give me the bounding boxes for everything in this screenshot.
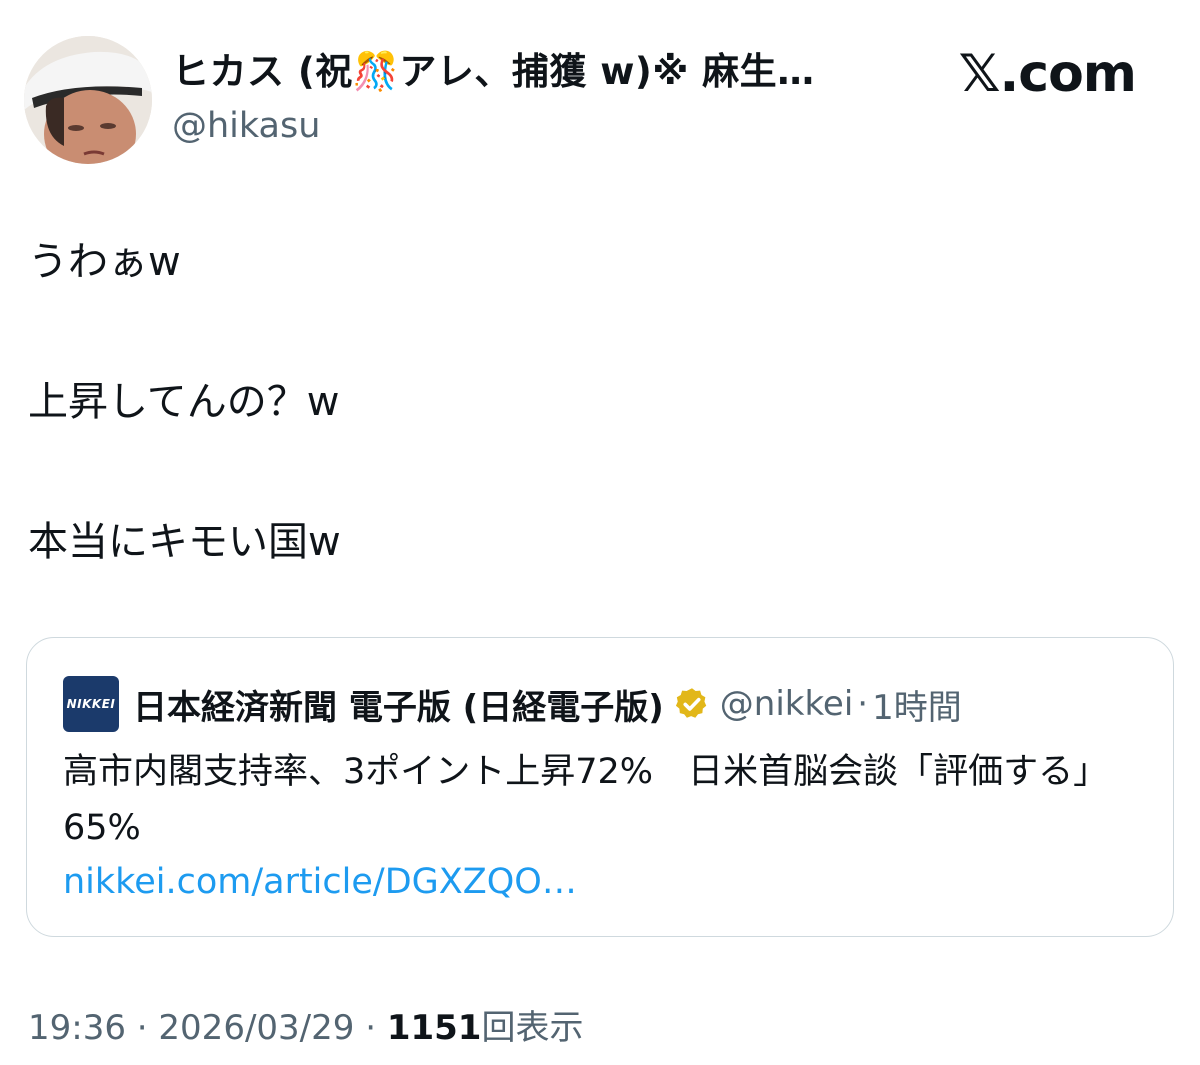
view-count: 1151 <box>386 1008 482 1048</box>
author-handle[interactable]: @hikasu <box>172 104 815 148</box>
x-com-brand: 𝕏.com <box>958 44 1137 104</box>
nikkei-logo[interactable]: NIKKEI <box>63 676 119 732</box>
tweet-screenshot: ヒカス (祝🎊アレ、捕獲 w)※ 麻生… @hikasu 𝕏.com うわぁw … <box>0 0 1200 1065</box>
tweet-text-line-1: うわぁw <box>28 239 181 285</box>
meta-separator: · <box>365 1008 377 1048</box>
quoted-tweet-header: NIKKEI 日本経済新聞 電子版 (日経電子版) @nikkei · 1時間 <box>63 676 962 732</box>
tweet-meta: 19:36 · 2026/03/29 · 1151回表示 <box>28 1004 583 1052</box>
author-block: ヒカス (祝🎊アレ、捕獲 w)※ 麻生… @hikasu <box>172 48 815 148</box>
avatar[interactable] <box>24 36 152 164</box>
author-display-name[interactable]: ヒカス (祝🎊アレ、捕獲 w)※ 麻生… <box>172 48 815 96</box>
quoted-tweet-card[interactable]: NIKKEI 日本経済新聞 電子版 (日経電子版) @nikkei · 1時間 … <box>26 637 1174 937</box>
tweet-text-line-2: 上昇してんの？w <box>28 379 340 425</box>
verified-badge-icon <box>674 686 710 722</box>
view-count-label: 回表示 <box>481 1008 584 1048</box>
quoted-timestamp[interactable]: 1時間 <box>872 680 962 729</box>
quoted-separator: · <box>857 684 869 724</box>
avatar-image <box>24 36 152 164</box>
quoted-author-name[interactable]: 日本経済新聞 電子版 (日経電子版) <box>133 680 664 729</box>
quoted-author-handle[interactable]: @nikkei <box>720 684 854 724</box>
quoted-tweet-text: 高市内閣支持率、3ポイント上昇72% 日米首脳会談「評価する」65% <box>63 752 1109 848</box>
tweet-time[interactable]: 19:36 <box>28 1008 126 1048</box>
meta-separator: · <box>136 1008 148 1048</box>
quoted-article-link[interactable]: nikkei.com/article/DGXZQO… <box>63 856 577 908</box>
tweet-text-line-3: 本当にキモい国w <box>28 519 341 565</box>
tweet-date[interactable]: 2026/03/29 <box>158 1008 354 1048</box>
